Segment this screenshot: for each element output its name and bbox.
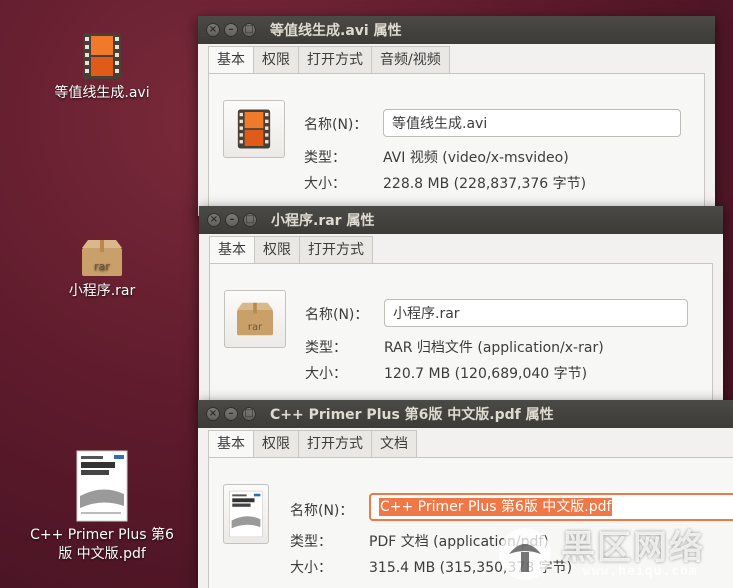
size-label: 大小：	[305, 366, 347, 382]
window-title: 等值线生成.avi 属性	[270, 23, 402, 39]
tab-basic[interactable]: 基本	[209, 236, 255, 264]
tab-permissions[interactable]: 权限	[253, 430, 299, 457]
name-input[interactable]: C++ Primer Plus 第6版 中文版.pdf	[369, 493, 733, 521]
tab-document[interactable]: 文档	[371, 430, 417, 457]
tab-panel: rar 名称(N)： 小程序.rar 类型： RAR 归档文件 (applica…	[209, 263, 713, 406]
size-label: 大小：	[290, 560, 332, 576]
film-icon	[237, 109, 271, 149]
titlebar[interactable]: × – □ 等值线生成.avi 属性	[198, 16, 715, 44]
size-label: 大小：	[304, 176, 346, 192]
type-label: 类型：	[304, 150, 346, 166]
tab-permissions[interactable]: 权限	[253, 46, 299, 73]
desktop-icon-label-line1: C++ Primer Plus 第6	[30, 527, 174, 543]
tab-open-with[interactable]: 打开方式	[299, 236, 373, 263]
svg-text:rar: rar	[94, 260, 110, 273]
site-watermark: 黑区网络 www.heiqu.com	[491, 518, 731, 588]
type-value: AVI 视频 (video/x-msvideo)	[383, 150, 569, 166]
close-button[interactable]: ×	[206, 407, 220, 421]
svg-text:rar: rar	[248, 322, 263, 333]
type-value: RAR 归档文件 (application/x-rar)	[384, 340, 604, 356]
watermark-logo-icon	[499, 528, 551, 580]
maximize-button[interactable]: □	[242, 23, 256, 37]
name-label: 名称(N)：	[290, 503, 354, 519]
close-button[interactable]: ×	[206, 23, 220, 37]
window-title: C++ Primer Plus 第6版 中文版.pdf 属性	[270, 407, 554, 423]
maximize-button[interactable]: □	[243, 213, 257, 227]
type-label: 类型：	[290, 534, 332, 550]
name-input[interactable]: 等值线生成.avi	[383, 109, 681, 137]
desktop-icon-rar[interactable]: rar 小程序.rar	[27, 238, 177, 301]
window-title: 小程序.rar 属性	[271, 213, 375, 229]
film-icon	[83, 33, 121, 79]
close-button[interactable]: ×	[207, 213, 221, 227]
size-value: 228.8 MB (228,837,376 字节)	[383, 176, 587, 192]
maximize-button[interactable]: □	[242, 407, 256, 421]
type-label: 类型：	[305, 340, 347, 356]
package-icon: rar	[237, 302, 273, 336]
tab-basic[interactable]: 基本	[208, 430, 254, 458]
titlebar[interactable]: × – □ C++ Primer Plus 第6版 中文版.pdf 属性	[198, 400, 733, 428]
tab-basic[interactable]: 基本	[208, 46, 254, 74]
desktop-icon-label-line2: 版 中文版.pdf	[58, 546, 146, 562]
desktop-icon-label: 小程序.rar	[68, 283, 136, 299]
pdf-book-icon	[76, 450, 128, 522]
selected-filename-text: C++ Primer Plus 第6版 中文版.pdf	[379, 498, 613, 516]
tab-panel: 名称(N)： 等值线生成.avi 类型： AVI 视频 (video/x-msv…	[208, 73, 705, 216]
minimize-button[interactable]: –	[224, 407, 238, 421]
tab-audio-video[interactable]: 音频/视频	[371, 46, 450, 73]
package-icon: rar	[82, 240, 122, 276]
tab-open-with[interactable]: 打开方式	[298, 46, 372, 73]
properties-window-avi: × – □ 等值线生成.avi 属性 基本 权限 打开方式 音频/视频 名称(N…	[198, 16, 715, 216]
tab-open-with[interactable]: 打开方式	[298, 430, 372, 457]
file-preview: rar	[224, 290, 286, 348]
name-input[interactable]: 小程序.rar	[384, 299, 688, 327]
size-value: 120.7 MB (120,689,040 字节)	[384, 366, 588, 382]
desktop-icon-pdf[interactable]: C++ Primer Plus 第6 版 中文版.pdf	[27, 450, 177, 564]
desktop-icon-label: 等值线生成.avi	[54, 85, 150, 101]
name-label: 名称(N)：	[304, 117, 368, 133]
minimize-button[interactable]: –	[224, 23, 238, 37]
desktop-icon-avi[interactable]: 等值线生成.avi	[27, 32, 177, 103]
properties-window-rar: × – □ 小程序.rar 属性 基本 权限 打开方式 rar 名称(N)： 小…	[199, 206, 723, 406]
pdf-book-icon	[229, 490, 263, 538]
watermark-text: 黑区网络	[561, 528, 705, 568]
watermark-url: www.heiqu.com	[583, 564, 698, 579]
tab-permissions[interactable]: 权限	[254, 236, 300, 263]
file-preview	[223, 100, 285, 158]
file-preview	[223, 484, 269, 544]
titlebar[interactable]: × – □ 小程序.rar 属性	[199, 206, 723, 234]
minimize-button[interactable]: –	[225, 213, 239, 227]
name-label: 名称(N)：	[305, 307, 369, 323]
